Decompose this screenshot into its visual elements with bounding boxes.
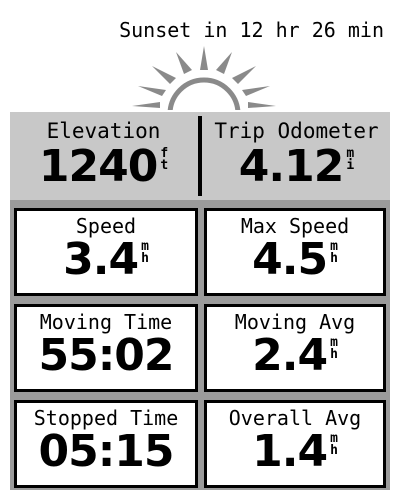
- unit-label: m h: [330, 335, 338, 362]
- trip-odometer-field[interactable]: Trip Odometer 4.12 m i: [203, 118, 390, 196]
- sun-icon: [132, 46, 276, 110]
- trip-computer-panel: Elevation 1240 f t Trip Odometer 4.12 m …: [10, 112, 390, 490]
- speed-field[interactable]: Speed 3.4 m h: [14, 208, 198, 296]
- field-value: 2.4: [252, 330, 328, 381]
- unit-label: m i: [346, 146, 355, 173]
- moving-avg-field[interactable]: Moving Avg 2.4 m h: [204, 304, 386, 392]
- overall-avg-field[interactable]: Overall Avg 1.4 m h: [204, 400, 386, 488]
- moving-time-field[interactable]: Moving Time 55:02: [14, 304, 198, 392]
- stopped-time-field[interactable]: Stopped Time 05:15: [14, 400, 198, 488]
- field-value: 4.5: [252, 234, 328, 285]
- unit-label: m h: [330, 239, 338, 266]
- field-value: 55:02: [38, 330, 174, 381]
- field-label: Elevation: [46, 119, 161, 143]
- field-value: 4.12: [238, 141, 345, 192]
- unit-label: f t: [160, 146, 169, 173]
- unit-label: m h: [330, 431, 338, 458]
- field-value: 3.4: [63, 234, 139, 285]
- field-value: 05:15: [38, 426, 174, 477]
- field-value: 1.4: [252, 426, 328, 477]
- max-speed-field[interactable]: Max Speed 4.5 m h: [204, 208, 386, 296]
- sunset-countdown: Sunset in 12 hr 26 min: [119, 18, 384, 42]
- header-divider: [198, 116, 202, 196]
- elevation-field[interactable]: Elevation 1240 f t: [10, 118, 197, 196]
- unit-label: m h: [141, 239, 149, 266]
- field-label: Trip Odometer: [214, 119, 379, 143]
- field-value: 1240: [38, 141, 158, 192]
